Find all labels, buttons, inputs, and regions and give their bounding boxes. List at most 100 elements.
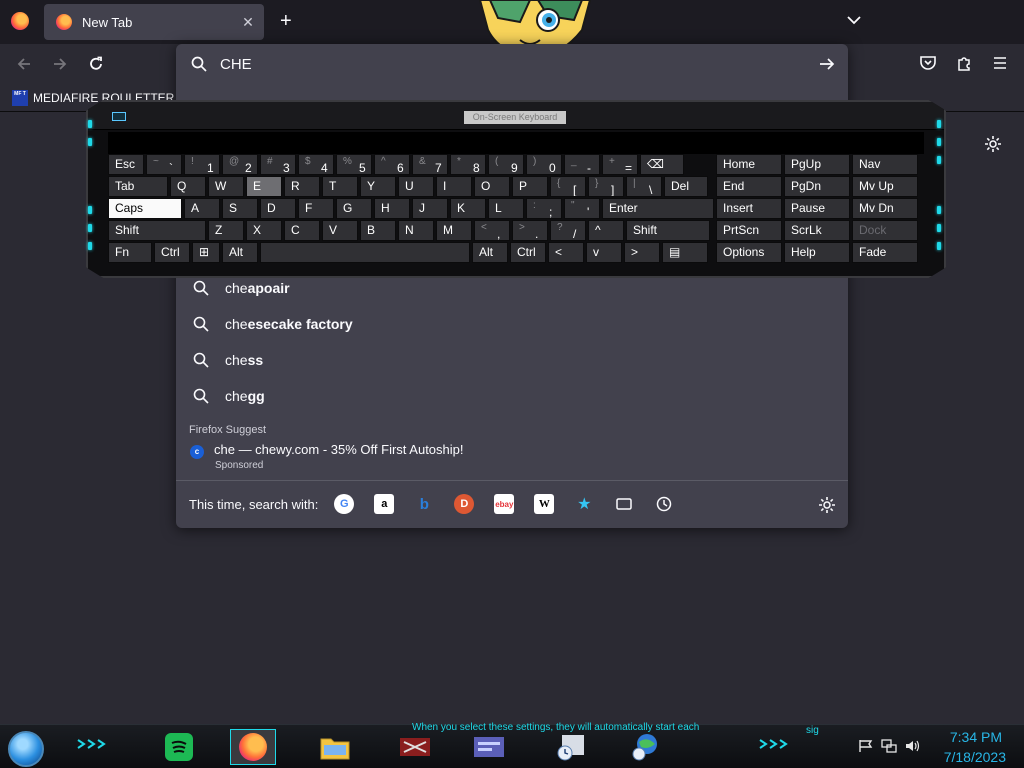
- reload-button[interactable]: [84, 52, 108, 76]
- key-q[interactable]: Q: [170, 176, 206, 197]
- clock-date[interactable]: 7/18/2023: [934, 749, 1006, 765]
- key-options[interactable]: Options: [716, 242, 782, 263]
- forward-button[interactable]: [48, 52, 72, 76]
- new-tab-button[interactable]: +: [280, 10, 292, 32]
- key-nav[interactable]: Nav: [852, 154, 918, 175]
- google-icon[interactable]: G: [334, 494, 355, 514]
- key-symbol[interactable]: :;: [526, 198, 562, 219]
- extensions-icon[interactable]: [955, 54, 973, 72]
- key-u[interactable]: U: [398, 176, 434, 197]
- key-symbol[interactable]: _ -: [564, 154, 600, 175]
- duckduckgo-icon[interactable]: D: [454, 494, 475, 514]
- menu-icon[interactable]: [991, 54, 1009, 72]
- control-panel-icon[interactable]: [466, 729, 512, 765]
- clock-time[interactable]: 7:34 PM: [940, 729, 1002, 745]
- key-x[interactable]: X: [246, 220, 282, 241]
- key-symbol[interactable]: >.: [512, 220, 548, 241]
- key-help[interactable]: Help: [784, 242, 850, 263]
- key-6[interactable]: ^ 6: [374, 154, 410, 175]
- search-settings-gear-icon[interactable]: [818, 496, 836, 514]
- key-symbol[interactable]: ~ `: [146, 154, 182, 175]
- wikipedia-icon[interactable]: W: [534, 494, 555, 514]
- key-l[interactable]: L: [488, 198, 524, 219]
- globe-clock-icon[interactable]: [622, 729, 668, 765]
- key-w[interactable]: W: [208, 176, 244, 197]
- key-e[interactable]: E: [246, 176, 282, 197]
- key-s[interactable]: S: [222, 198, 258, 219]
- key-symbol[interactable]: {[: [550, 176, 586, 197]
- key-symbol[interactable]: ⊞: [192, 242, 220, 263]
- bookmarks-star-icon[interactable]: ★: [574, 494, 594, 514]
- key-end[interactable]: End: [716, 176, 782, 197]
- key-2[interactable]: @2: [222, 154, 258, 175]
- key-r[interactable]: R: [284, 176, 320, 197]
- key-1[interactable]: ! 1: [184, 154, 220, 175]
- key-k[interactable]: K: [450, 198, 486, 219]
- key-3[interactable]: #3: [260, 154, 296, 175]
- url-input[interactable]: CHE: [176, 44, 848, 84]
- file-explorer-icon[interactable]: [312, 729, 358, 765]
- key-m[interactable]: M: [436, 220, 472, 241]
- spotify-icon[interactable]: [156, 729, 202, 765]
- key-mv-up[interactable]: Mv Up: [852, 176, 918, 197]
- key-symbol[interactable]: " ': [564, 198, 600, 219]
- key-tab[interactable]: Tab: [108, 176, 168, 197]
- key-c[interactable]: C: [284, 220, 320, 241]
- key-symbol[interactable]: ? /: [550, 220, 586, 241]
- key-alt[interactable]: Alt: [222, 242, 258, 263]
- page-settings-gear-icon[interactable]: [984, 135, 1002, 153]
- key-insert[interactable]: Insert: [716, 198, 782, 219]
- key-fade[interactable]: Fade: [852, 242, 918, 263]
- key-a[interactable]: A: [184, 198, 220, 219]
- key-v[interactable]: v: [586, 242, 622, 263]
- key-g[interactable]: G: [336, 198, 372, 219]
- key-ctrl[interactable]: Ctrl: [154, 242, 190, 263]
- key-o[interactable]: O: [474, 176, 510, 197]
- suggestion-row[interactable]: chess: [176, 343, 848, 377]
- start-button[interactable]: [8, 731, 44, 767]
- key-alt[interactable]: Alt: [472, 242, 508, 263]
- game-icon[interactable]: [392, 729, 438, 765]
- key-0[interactable]: ) 0: [526, 154, 562, 175]
- network-icon[interactable]: [881, 739, 897, 753]
- key-symbol[interactable]: + =: [602, 154, 638, 175]
- tab-new-tab[interactable]: New Tab ✕: [44, 4, 264, 40]
- key-n[interactable]: N: [398, 220, 434, 241]
- key-v[interactable]: V: [322, 220, 358, 241]
- key-p[interactable]: P: [512, 176, 548, 197]
- key-shift[interactable]: Shift: [108, 220, 206, 241]
- back-button[interactable]: [12, 52, 36, 76]
- suggestion-row[interactable]: chegg: [176, 379, 848, 413]
- key-t[interactable]: T: [322, 176, 358, 197]
- osk-titlebar[interactable]: On-Screen Keyboard: [88, 102, 944, 130]
- key-f[interactable]: F: [298, 198, 334, 219]
- go-arrow-icon[interactable]: [818, 55, 836, 73]
- flag-icon[interactable]: [858, 739, 874, 753]
- bing-icon[interactable]: b: [414, 494, 434, 514]
- key-h[interactable]: H: [374, 198, 410, 219]
- key-symbol[interactable]: }]: [588, 176, 624, 197]
- pocket-icon[interactable]: [919, 54, 937, 72]
- key-y[interactable]: Y: [360, 176, 396, 197]
- ebay-icon[interactable]: ebay: [494, 494, 515, 514]
- close-icon[interactable]: ✕: [236, 14, 260, 31]
- key-7[interactable]: & 7: [412, 154, 448, 175]
- calendar-clock-icon[interactable]: [548, 729, 594, 765]
- key-home[interactable]: Home: [716, 154, 782, 175]
- key-b[interactable]: B: [360, 220, 396, 241]
- history-clock-icon[interactable]: [654, 494, 674, 514]
- key-i[interactable]: I: [436, 176, 472, 197]
- key-symbol[interactable]: <,: [474, 220, 510, 241]
- key-scrlk[interactable]: ScrLk: [784, 220, 850, 241]
- key-j[interactable]: J: [412, 198, 448, 219]
- key-pgup[interactable]: PgUp: [784, 154, 850, 175]
- sponsored-suggestion[interactable]: c che — chewy.com - 35% Off First Autosh…: [190, 442, 464, 471]
- amazon-icon[interactable]: a: [374, 494, 395, 514]
- suggestion-row[interactable]: cheesecake factory: [176, 307, 848, 341]
- key-caps[interactable]: Caps: [108, 198, 182, 219]
- chevron-down-icon[interactable]: [844, 10, 864, 30]
- key-symbol[interactable]: ⌫: [640, 154, 684, 175]
- key-esc[interactable]: Esc: [108, 154, 144, 175]
- key-mv-dn[interactable]: Mv Dn: [852, 198, 918, 219]
- tabs-icon[interactable]: [614, 494, 634, 514]
